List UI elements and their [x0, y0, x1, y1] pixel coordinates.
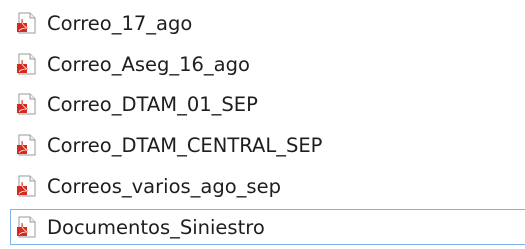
pdf-file-icon [17, 216, 36, 238]
file-list: Correo_17_ago Correo_Aseg_16_ago Correo_… [0, 0, 525, 249]
file-name: Correos_varios_ago_sep [47, 174, 281, 198]
file-name: Correo_DTAM_CENTRAL_SEP [47, 133, 323, 157]
file-name: Documentos_Siniestro [47, 215, 265, 239]
pdf-file-icon [17, 53, 36, 75]
file-item-correos-varios-ago-sep[interactable]: Correos_varios_ago_sep [10, 171, 525, 201]
file-item-correo-aseg-16-ago[interactable]: Correo_Aseg_16_ago [10, 49, 525, 79]
pdf-file-icon [17, 175, 36, 197]
pdf-file-icon [17, 93, 36, 115]
file-item-correo-dtam-01-sep[interactable]: Correo_DTAM_01_SEP [10, 89, 525, 119]
pdf-file-icon [17, 134, 36, 156]
file-name: Correo_DTAM_01_SEP [47, 92, 258, 116]
file-name: Correo_Aseg_16_ago [47, 52, 250, 76]
file-item-correo-17-ago[interactable]: Correo_17_ago [10, 8, 525, 38]
file-name: Correo_17_ago [47, 11, 193, 35]
pdf-file-icon [17, 12, 36, 34]
file-item-documentos-siniestro[interactable]: Documentos_Siniestro [10, 209, 525, 245]
file-item-correo-dtam-central-sep[interactable]: Correo_DTAM_CENTRAL_SEP [10, 130, 525, 160]
